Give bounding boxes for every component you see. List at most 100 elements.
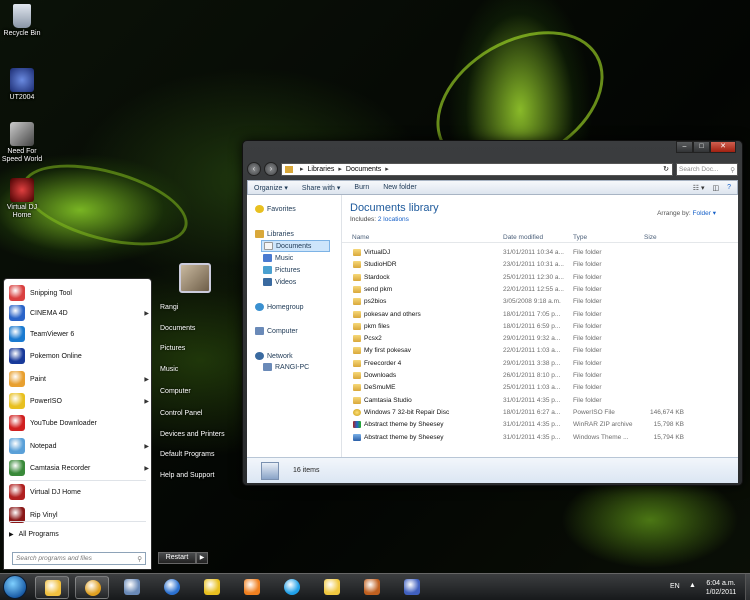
explorer-window[interactable]: – □ ✕ ‹ › ▸ Libraries ▸ Documents ▸ ↻ Se… [242, 140, 743, 486]
file-name: My first pokesav [364, 347, 411, 355]
file-row[interactable]: StudioHDR 23/01/2011 10:31 a... File folde… [342, 259, 738, 271]
program-item[interactable]: Pokemon Online [9, 348, 149, 364]
column-size[interactable]: Size [644, 234, 657, 241]
program-item[interactable]: Camtasia Recorder ▶ [9, 460, 149, 476]
nav-music[interactable]: Music [263, 254, 293, 262]
nav-libraries[interactable]: Libraries [255, 230, 294, 238]
folder-icon [353, 322, 361, 330]
program-item[interactable]: TeamViewer 6 [9, 326, 149, 342]
file-row[interactable]: VirtualDJ 31/01/2011 10:34 a... File folde… [342, 247, 738, 259]
taskbar-button[interactable] [315, 576, 349, 599]
shutdown-options-button[interactable]: ▶ [196, 552, 208, 564]
file-row[interactable]: My first pokesav 22/01/2011 1:03 a... File… [342, 345, 738, 357]
nav-homegroup[interactable]: Homegroup [255, 303, 304, 311]
file-row[interactable]: pokesav and others 18/01/2011 7:05 p... Fi… [342, 309, 738, 321]
burn-button[interactable]: Burn [354, 184, 369, 191]
user-picture[interactable] [179, 263, 211, 293]
nav-documents[interactable]: Documents [261, 240, 331, 252]
column-date-modified[interactable]: Date modified [503, 234, 543, 241]
clock[interactable]: 6:04 a.m. 1/02/2011 [700, 579, 742, 597]
taskbar-button[interactable] [35, 576, 69, 599]
program-item[interactable]: Snipping Tool [9, 285, 149, 301]
start-right-item[interactable]: Pictures [160, 345, 185, 352]
restart-button[interactable]: Restart [158, 552, 196, 564]
start-button[interactable] [3, 575, 27, 599]
desktop-icon-ut2004[interactable]: UT2004 [0, 68, 44, 102]
minimize-button[interactable]: – [676, 141, 693, 153]
forward-button[interactable]: › [264, 162, 278, 176]
taskbar-button[interactable] [395, 576, 429, 599]
new-folder-button[interactable]: New folder [383, 184, 416, 191]
nav-pictures[interactable]: Pictures [263, 266, 300, 274]
taskbar-button[interactable] [115, 576, 149, 599]
program-item[interactable]: CINEMA 4D ▶ [9, 305, 149, 321]
desktop-icon-nfs-world[interactable]: Need For Speed World [0, 122, 44, 164]
share-with-button[interactable]: Share with ▾ [302, 184, 341, 192]
file-row[interactable]: Camtasia Studio 31/01/2011 4:35 p... File … [342, 395, 738, 407]
breadcrumb-documents[interactable]: Documents [346, 166, 381, 173]
refresh-icon[interactable]: ↻ [663, 165, 669, 173]
file-row[interactable]: send pkm 22/01/2011 12:55 a... File folder [342, 284, 738, 296]
taskbar-button[interactable] [75, 576, 109, 599]
nav-videos[interactable]: Videos [263, 278, 296, 286]
file-row[interactable]: Stardock 25/01/2011 12:30 a... File folder [342, 272, 738, 284]
start-search-input[interactable]: Search programs and files ⚲ [12, 552, 146, 565]
file-row[interactable]: Pcsx2 29/01/2011 9:32 a... File folder [342, 333, 738, 345]
program-item[interactable]: Paint ▶ [9, 371, 149, 387]
file-row[interactable]: Windows 7 32-bit Repair Disc 18/01/2011 6… [342, 407, 738, 419]
file-row[interactable]: Abstract theme by Sheesey 31/01/2011 4:35… [342, 419, 738, 431]
desktop-icon-virtualdj[interactable]: Virtual DJ Home [0, 178, 44, 220]
chevron-right-icon: ▶ [9, 532, 14, 538]
address-bar[interactable]: ▸ Libraries ▸ Documents ▸ ↻ [281, 162, 673, 176]
column-name[interactable]: Name [352, 234, 369, 241]
start-right-item[interactable]: Rangi [160, 304, 178, 311]
organize-button[interactable]: Organize ▾ [254, 184, 288, 192]
arrange-by-dropdown[interactable]: Folder ▾ [692, 210, 716, 217]
show-desktop-button[interactable] [745, 574, 750, 600]
file-row[interactable]: Abstract theme by Sheesey 31/01/2011 4:35… [342, 432, 738, 444]
search-input[interactable]: Search Doc... ⚲ [676, 162, 738, 176]
start-right-item[interactable]: Documents [160, 325, 195, 332]
recycle-bin-icon [13, 4, 31, 28]
help-icon[interactable]: ? [727, 184, 731, 192]
start-right-item[interactable]: Devices and Printers [160, 431, 225, 438]
program-item[interactable]: YouTube Downloader [9, 415, 149, 431]
file-row[interactable]: Downloads 26/01/2011 8:10 p... File folder [342, 370, 738, 382]
start-right-item[interactable]: Default Programs [160, 451, 214, 458]
includes-link[interactable]: 2 locations [378, 216, 409, 223]
view-options-icon[interactable]: ☷ ▾ [693, 184, 705, 192]
back-button[interactable]: ‹ [247, 162, 261, 176]
start-right-item[interactable]: Music [160, 366, 178, 373]
taskbar-button[interactable] [155, 576, 189, 599]
nav-rangi-pc[interactable]: RANGI-PC [263, 363, 309, 371]
taskbar-button[interactable] [195, 576, 229, 599]
nav-network[interactable]: Network [255, 352, 293, 360]
desktop-icon-recycle-bin[interactable]: Recycle Bin [0, 4, 44, 38]
taskbar-button[interactable] [275, 576, 309, 599]
program-item[interactable]: Notepad ▶ [9, 438, 149, 454]
search-placeholder: Search Doc... [679, 165, 719, 173]
close-button[interactable]: ✕ [710, 141, 736, 153]
start-right-item[interactable]: Help and Support [160, 472, 214, 479]
network-icon [255, 352, 264, 360]
program-item[interactable]: Virtual DJ Home [9, 484, 149, 500]
file-row[interactable]: pkm files 18/01/2011 6:59 p... File folder [342, 321, 738, 333]
all-programs-button[interactable]: ▶ All Programs [9, 531, 149, 538]
file-row[interactable]: ps2bios 3/05/2008 9:18 a.m. File folder [342, 296, 738, 308]
file-row[interactable]: DeSmuME 25/01/2011 1:03 a... File folder [342, 382, 738, 394]
nav-favorites[interactable]: Favorites [255, 205, 296, 213]
preview-pane-icon[interactable]: ◫ [712, 184, 719, 192]
show-hidden-icons-button[interactable]: ▲ [689, 582, 696, 589]
taskbar-button[interactable] [355, 576, 389, 599]
start-right-item[interactable]: Control Panel [160, 410, 202, 417]
program-item[interactable]: PowerISO ▶ [9, 393, 149, 409]
file-row[interactable]: Freecorder 4 29/01/2011 3:38 p... File fol… [342, 358, 738, 370]
language-indicator[interactable]: EN [670, 583, 680, 590]
nav-computer[interactable]: Computer [255, 327, 298, 335]
column-type[interactable]: Type [573, 234, 587, 241]
taskbar-button[interactable] [235, 576, 269, 599]
maximize-button[interactable]: □ [693, 141, 710, 153]
start-right-item[interactable]: Computer [160, 388, 191, 395]
breadcrumb-libraries[interactable]: Libraries [308, 166, 335, 173]
folder-icon [353, 359, 361, 367]
